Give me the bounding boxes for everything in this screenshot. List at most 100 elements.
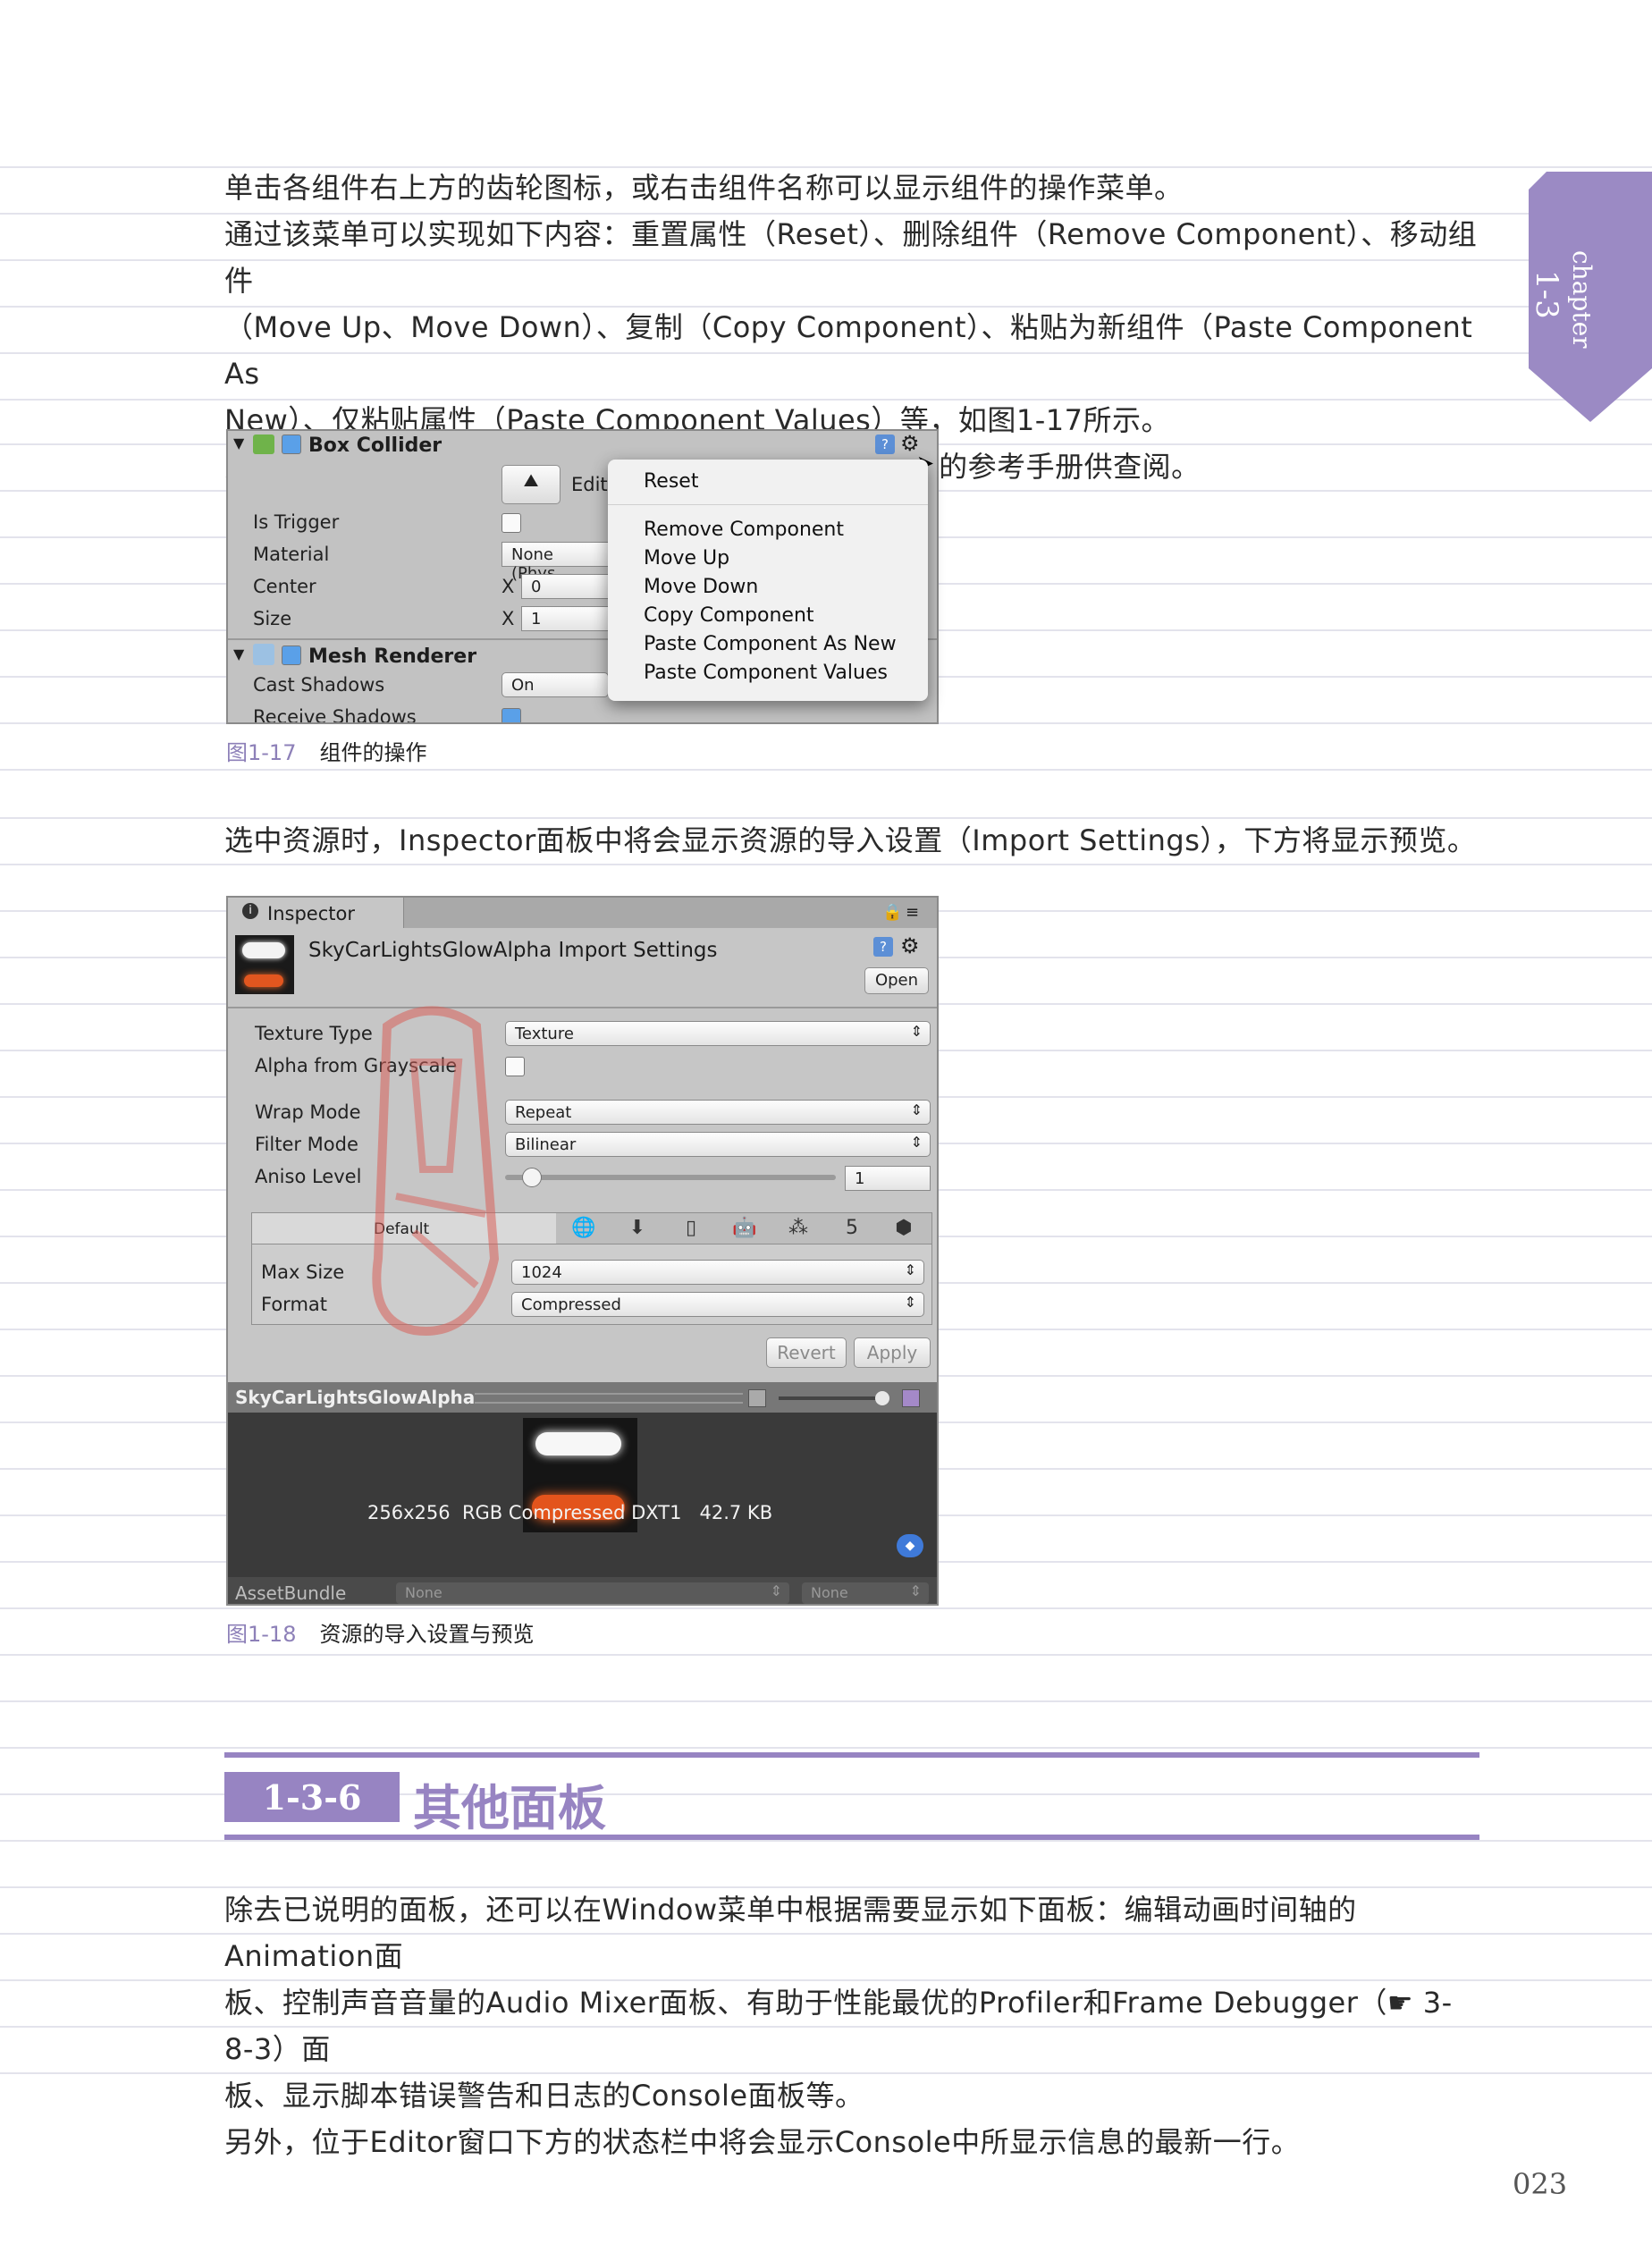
foldout-arrow-icon[interactable]: ▼	[233, 434, 244, 451]
row-label: Texture Type	[255, 1023, 373, 1044]
info-icon: i	[242, 903, 258, 919]
text-line: 通过该菜单可以实现如下内容：重置属性（Reset）、删除组件（Remove Co…	[224, 217, 1478, 298]
enabled-checkbox[interactable]	[282, 645, 301, 665]
revert-button[interactable]: Revert	[766, 1337, 847, 1368]
updown-arrow-icon: ⇕	[904, 1294, 916, 1311]
preview-slider-knob[interactable]	[875, 1391, 889, 1405]
help-icon[interactable]: ?	[875, 434, 895, 454]
x-label: X	[502, 576, 515, 597]
texture-type-dropdown[interactable]: Texture ⇕	[505, 1021, 931, 1046]
updown-arrow-icon: ⇕	[910, 1023, 923, 1040]
blackberry-icon[interactable]: ⁂	[771, 1212, 825, 1244]
caption-number: 图1-18	[226, 1622, 297, 1647]
glow-shape	[244, 974, 283, 987]
tag-icon[interactable]: ◆	[897, 1534, 923, 1557]
chapter-tab: chapter 1-3	[1529, 172, 1652, 422]
menu-item[interactable]: Copy Component	[644, 604, 814, 627]
glow-shape	[535, 1432, 621, 1455]
text-line: 另外，位于Editor窗口下方的状态栏中将会显示Console中所显示信息的最新…	[224, 2125, 1301, 2159]
max-size-dropdown[interactable]: 1024 ⇕	[511, 1260, 924, 1285]
edit-shape-icon: ⛰	[523, 469, 539, 491]
row-label: Max Size	[261, 1261, 345, 1283]
updown-arrow-icon: ⇕	[770, 1582, 782, 1599]
asset-bundle-label: AssetBundle	[235, 1582, 347, 1604]
cast-shadows-dropdown[interactable]: On	[502, 672, 609, 697]
updown-arrow-icon: ⇕	[904, 1261, 916, 1278]
text-line: 板、显示脚本错误警告和日志的Console面板等。	[224, 2079, 864, 2113]
updown-arrow-icon: ⇕	[910, 1134, 923, 1151]
apply-button[interactable]: Apply	[854, 1337, 931, 1368]
aniso-slider-track[interactable]	[505, 1175, 836, 1180]
checker-icon[interactable]	[748, 1389, 766, 1407]
divider	[228, 1007, 937, 1008]
center-x-field[interactable]: 0	[521, 574, 611, 599]
android-icon[interactable]: 🤖	[718, 1212, 771, 1244]
mesh-renderer-icon	[253, 644, 274, 665]
menu-item-reset[interactable]: Reset	[644, 470, 698, 493]
ruled-line	[0, 1840, 1652, 1842]
row-label: Filter Mode	[255, 1134, 358, 1155]
material-field[interactable]: None (Phys	[502, 542, 609, 583]
download-icon[interactable]: ⬇	[611, 1212, 664, 1244]
caption-text: 组件的操作	[319, 740, 427, 765]
drag-handle[interactable]	[475, 1393, 743, 1404]
globe-icon[interactable]: 🌐	[557, 1212, 611, 1244]
section-rule-bottom	[224, 1835, 1479, 1840]
chapter-label: chapter	[1567, 250, 1597, 349]
foldout-arrow-icon[interactable]: ▼	[233, 645, 244, 662]
checker-icon[interactable]	[902, 1389, 920, 1407]
import-settings-title: SkyCarLightsGlowAlpha Import Settings	[308, 939, 718, 962]
x-label: X	[502, 608, 515, 629]
menu-item[interactable]: Paste Component As New	[644, 633, 897, 655]
preview-header: SkyCarLightsGlowAlpha	[228, 1382, 937, 1413]
ruled-line	[0, 1747, 1652, 1749]
aniso-slider-knob[interactable]	[521, 1168, 542, 1187]
asset-variant-dropdown[interactable]: None ⇕	[802, 1582, 929, 1604]
filter-mode-dropdown[interactable]: Bilinear ⇕	[505, 1132, 931, 1157]
edit-collider-button[interactable]: ⛰	[502, 465, 560, 504]
receive-shadows-checkbox[interactable]	[502, 708, 521, 722]
texture-info: 256x256 RGB Compressed DXT1 42.7 KB	[367, 1502, 773, 1523]
row-label: Center	[253, 576, 316, 597]
help-icon[interactable]: ?	[873, 937, 893, 957]
figure-caption: 图1-18 资源的导入设置与预览	[226, 1616, 534, 1648]
lock-icon[interactable]: 🔒	[882, 903, 902, 922]
asset-bundle-bar: AssetBundle None ⇕ None ⇕	[228, 1577, 937, 1604]
size-x-field[interactable]: 1	[521, 606, 611, 631]
gear-icon[interactable]: ⚙	[900, 933, 920, 958]
row-label: Material	[253, 544, 330, 565]
ruled-line	[0, 1700, 1652, 1702]
panel-menu-icon[interactable]: ≡	[906, 903, 919, 922]
is-trigger-checkbox[interactable]	[502, 513, 521, 533]
aniso-value-field[interactable]: 1	[845, 1166, 931, 1191]
row-label: Receive Shadows	[253, 706, 417, 724]
open-button[interactable]: Open	[864, 967, 929, 994]
inspector-tab[interactable]: i Inspector	[228, 898, 404, 928]
seal-watermark	[372, 1006, 500, 1336]
phone-icon[interactable]: ▯	[664, 1212, 718, 1244]
tab-label: Inspector	[267, 903, 355, 924]
mid-paragraph: 选中资源时，Inspector面板中将会显示资源的导入设置（Import Set…	[224, 817, 1479, 864]
text-line: 选中资源时，Inspector面板中将会显示资源的导入设置（Import Set…	[224, 823, 1477, 857]
box-collider-header[interactable]: ▼ Box Collider ? ⚙ ➤	[228, 431, 937, 476]
texture-thumbnail	[235, 935, 294, 994]
page-number: 023	[1513, 2167, 1568, 2201]
box-icon[interactable]: ⬢	[877, 1212, 931, 1244]
preview-slider-track[interactable]	[779, 1396, 886, 1400]
row-label: Aniso Level	[255, 1166, 362, 1187]
enabled-checkbox[interactable]	[282, 434, 301, 454]
text-line: （Move Up、Move Down）、复制（Copy Component）、粘…	[224, 310, 1473, 391]
menu-item[interactable]: Remove Component	[644, 519, 844, 541]
asset-bundle-dropdown[interactable]: None ⇕	[396, 1582, 789, 1604]
row-label: Size	[253, 608, 292, 629]
format-dropdown[interactable]: Compressed ⇕	[511, 1292, 924, 1317]
menu-item[interactable]: Move Up	[644, 547, 729, 569]
html5-icon[interactable]: 5	[825, 1212, 879, 1244]
menu-item[interactable]: Paste Component Values	[644, 662, 888, 684]
text-line: 板、控制声音音量的Audio Mixer面板、有助于性能最优的Profiler和…	[224, 1986, 1453, 2066]
wrap-mode-dropdown[interactable]: Repeat ⇕	[505, 1100, 931, 1125]
ruled-line	[0, 769, 1652, 771]
cube-icon	[253, 434, 274, 454]
component-title: Mesh Renderer	[308, 645, 477, 668]
menu-item[interactable]: Move Down	[644, 576, 758, 598]
